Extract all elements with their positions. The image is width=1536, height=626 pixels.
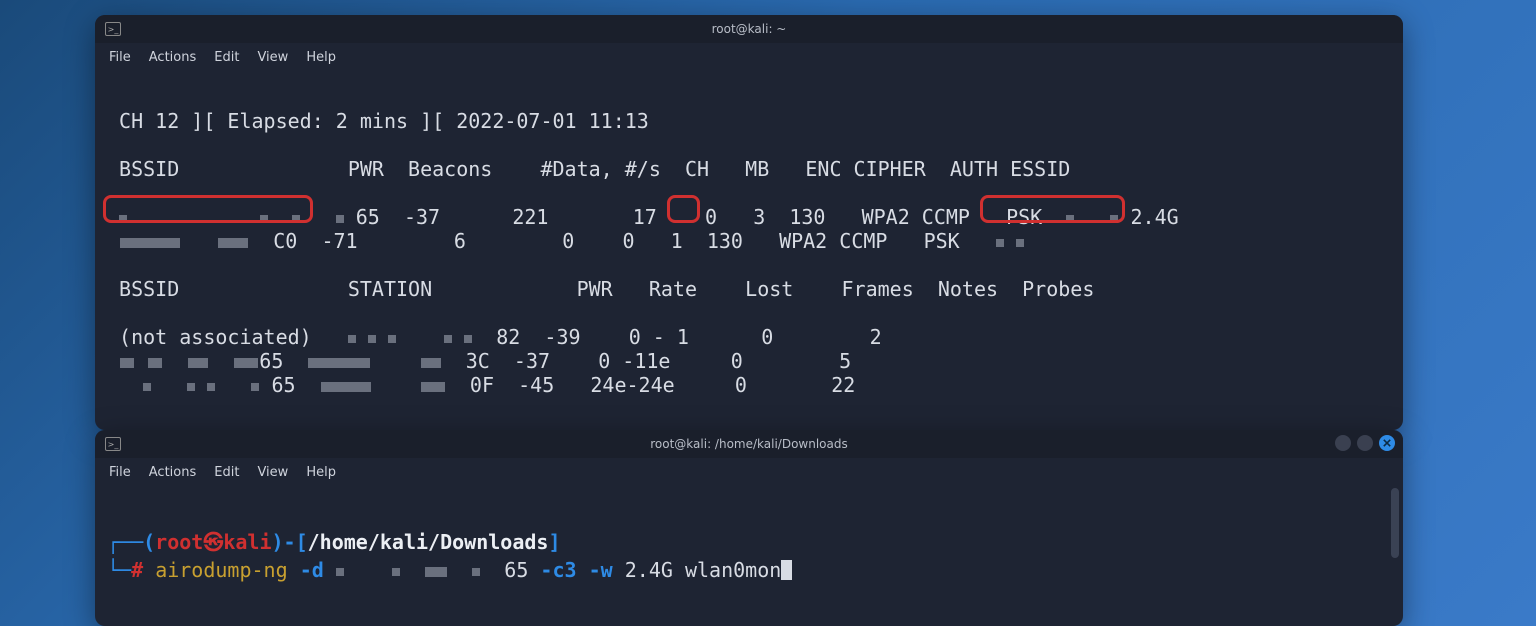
terminal-window-airodump: >_ root@kali: ~ File Actions Edit View H… bbox=[95, 15, 1403, 430]
menubar: File Actions Edit View Help bbox=[95, 43, 1403, 71]
prompt-cwd: /home/kali/Downloads bbox=[308, 530, 549, 554]
menu-view[interactable]: View bbox=[257, 50, 288, 65]
menu-actions[interactable]: Actions bbox=[149, 50, 197, 65]
terminal-window-command: >_ root@kali: /home/kali/Downloads File … bbox=[95, 430, 1403, 626]
prompt-user: root bbox=[155, 530, 203, 554]
highlight-essid bbox=[980, 195, 1125, 223]
menu-file[interactable]: File bbox=[109, 50, 131, 65]
ap-header: BSSID PWR Beacons #Data, #/s CH MB ENC C… bbox=[107, 157, 1070, 181]
menubar: File Actions Edit View Help bbox=[95, 458, 1403, 486]
menu-view[interactable]: View bbox=[257, 465, 288, 480]
cmd-interface: wlan0mon bbox=[685, 558, 781, 582]
terminal-output[interactable]: CH 12 ][ Elapsed: 2 mins ][ 2022-07-01 1… bbox=[95, 71, 1403, 430]
close-button[interactable] bbox=[1379, 435, 1395, 451]
menu-help[interactable]: Help bbox=[306, 465, 336, 480]
prompt-host: kali bbox=[223, 530, 271, 554]
menu-help[interactable]: Help bbox=[306, 50, 336, 65]
scrollbar[interactable] bbox=[1391, 488, 1399, 620]
highlight-bssid bbox=[103, 195, 313, 223]
terminal-prompt-area[interactable]: ┌──(root㉿kali)-[/home/kali/Downloads] └─… bbox=[95, 486, 1403, 622]
minimize-button[interactable] bbox=[1335, 435, 1351, 451]
cmd-outfile: 2.4G bbox=[625, 558, 673, 582]
status-line: CH 12 ][ Elapsed: 2 mins ][ 2022-07-01 1… bbox=[107, 109, 649, 133]
scrollbar-thumb[interactable] bbox=[1391, 488, 1399, 558]
maximize-button[interactable] bbox=[1357, 435, 1373, 451]
window-controls bbox=[1335, 435, 1395, 451]
cmd-program: airodump-ng bbox=[155, 558, 287, 582]
window-title: root@kali: ~ bbox=[95, 22, 1403, 36]
sta-header: BSSID STATION PWR Rate Lost Frames Notes… bbox=[107, 277, 1094, 301]
titlebar[interactable]: >_ root@kali: ~ bbox=[95, 15, 1403, 43]
cmd-flag-c: -c3 bbox=[540, 558, 576, 582]
window-title: root@kali: /home/kali/Downloads bbox=[95, 437, 1403, 451]
titlebar[interactable]: >_ root@kali: /home/kali/Downloads bbox=[95, 430, 1403, 458]
cmd-flag-w: -w bbox=[589, 558, 613, 582]
menu-file[interactable]: File bbox=[109, 465, 131, 480]
menu-edit[interactable]: Edit bbox=[214, 465, 239, 480]
menu-edit[interactable]: Edit bbox=[214, 50, 239, 65]
cmd-flag-d: -d bbox=[300, 558, 324, 582]
menu-actions[interactable]: Actions bbox=[149, 465, 197, 480]
text-cursor bbox=[781, 560, 792, 580]
highlight-channel bbox=[667, 195, 700, 223]
